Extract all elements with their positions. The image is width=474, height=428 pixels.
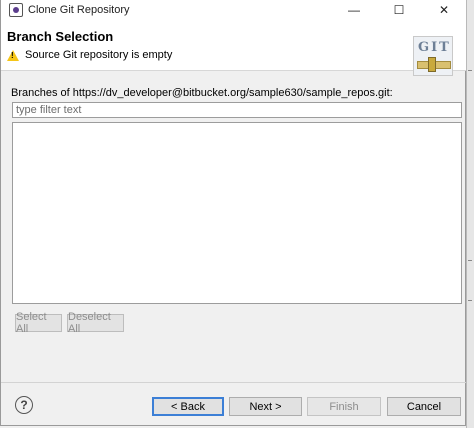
git-logo-text: GIT [418,40,451,55]
dialog-window: Clone Git Repository — ☐ ✕ Branch Select… [0,0,467,426]
background-window-edge [466,0,474,428]
back-button[interactable]: < Back [152,397,224,416]
warning-text: Source Git repository is empty [25,49,173,61]
close-button[interactable]: ✕ [421,0,467,20]
footer-separator [1,382,467,383]
background-fragment [468,300,472,301]
filter-input[interactable] [12,102,462,118]
git-logo-knob [428,57,436,72]
next-button[interactable]: Next > [229,397,302,416]
wizard-header: Branch Selection ! Source Git repository… [1,20,467,76]
warning-message: ! Source Git repository is empty [7,49,172,61]
deselect-all-button[interactable]: Deselect All [67,311,124,335]
git-logo-icon: GIT [413,36,453,76]
background-fragment [468,260,472,261]
finish-button[interactable]: Finish [307,397,381,416]
eclipse-app-icon [9,3,23,17]
branches-label: Branches of https://dv_developer@bitbuck… [11,87,393,99]
branch-list[interactable] [12,122,462,304]
warning-icon: ! [7,49,19,61]
page-title: Branch Selection [7,29,114,44]
background-fragment [468,70,472,71]
maximize-button[interactable]: ☐ [376,0,422,20]
select-all-button[interactable]: Select All [15,311,62,335]
cancel-button[interactable]: Cancel [387,397,461,416]
title-bar: Clone Git Repository — ☐ ✕ [1,0,467,20]
help-icon[interactable]: ? [15,396,33,414]
window-title: Clone Git Repository [28,4,130,16]
minimize-button[interactable]: — [331,0,377,20]
